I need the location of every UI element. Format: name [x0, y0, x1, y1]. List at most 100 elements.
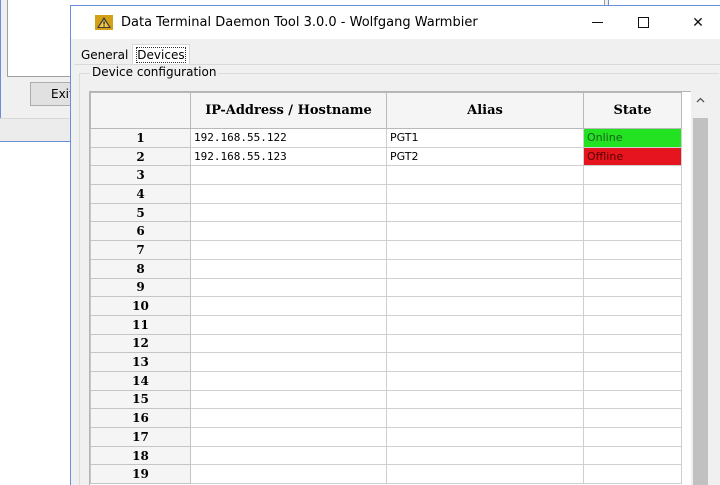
- maximize-button[interactable]: [620, 6, 666, 39]
- row-number: 8: [90, 258, 191, 279]
- alias-cell[interactable]: PGT1: [386, 128, 584, 148]
- state-cell[interactable]: Offline: [583, 146, 682, 167]
- alias-cell[interactable]: [386, 240, 584, 260]
- state-cell[interactable]: [583, 240, 682, 260]
- row-number: 9: [90, 277, 191, 298]
- column-header-ip[interactable]: IP-Address / Hostname: [190, 92, 387, 129]
- state-cell[interactable]: [583, 408, 682, 428]
- ip-address-cell[interactable]: [190, 389, 387, 410]
- state-cell[interactable]: [583, 445, 682, 466]
- state-cell[interactable]: [583, 427, 682, 447]
- state-cell[interactable]: [583, 221, 682, 242]
- ip-address-cell[interactable]: 192.168.55.123: [190, 146, 387, 167]
- table-row[interactable]: 3: [90, 165, 682, 186]
- alias-cell[interactable]: [386, 221, 584, 242]
- ip-address-cell[interactable]: [190, 240, 387, 260]
- alias-cell[interactable]: [386, 464, 584, 485]
- chevron-up-icon: [696, 97, 705, 103]
- ip-address-cell[interactable]: [190, 202, 387, 223]
- tab-general[interactable]: General: [77, 46, 132, 64]
- alias-cell[interactable]: [386, 202, 584, 223]
- table-row[interactable]: 15: [90, 389, 682, 410]
- scroll-thumb[interactable]: [693, 118, 708, 485]
- alias-cell[interactable]: [386, 333, 584, 354]
- alias-cell[interactable]: [386, 314, 584, 335]
- state-cell[interactable]: Online: [583, 128, 682, 148]
- vertical-scrollbar[interactable]: [691, 91, 710, 485]
- alias-cell[interactable]: [386, 258, 584, 279]
- state-cell[interactable]: [583, 333, 682, 354]
- column-header-alias[interactable]: Alias: [386, 92, 584, 129]
- ip-address-cell[interactable]: [190, 258, 387, 279]
- grid-header-row: IP-Address / Hostname Alias State: [90, 92, 682, 129]
- row-number: 16: [90, 408, 191, 428]
- row-number: 15: [90, 389, 191, 410]
- alias-cell[interactable]: [386, 427, 584, 447]
- table-row[interactable]: 5: [90, 202, 682, 223]
- table-row[interactable]: 17: [90, 427, 682, 447]
- ip-address-cell[interactable]: [190, 314, 387, 335]
- state-cell[interactable]: [583, 352, 682, 372]
- device-grid[interactable]: IP-Address / Hostname Alias State 1 192.1…: [89, 91, 692, 485]
- warning-triangle-icon: [95, 15, 113, 30]
- alias-cell[interactable]: [386, 277, 584, 298]
- row-header-corner[interactable]: [90, 92, 191, 129]
- table-row[interactable]: 11: [90, 314, 682, 335]
- ip-address-cell[interactable]: [190, 221, 387, 242]
- alias-cell[interactable]: [386, 445, 584, 466]
- table-row[interactable]: 13: [90, 352, 682, 372]
- ip-address-cell[interactable]: [190, 427, 387, 447]
- ip-address-cell[interactable]: [190, 445, 387, 466]
- table-row[interactable]: 12: [90, 333, 682, 354]
- table-row[interactable]: 4: [90, 184, 682, 204]
- table-row[interactable]: 19: [90, 464, 682, 485]
- alias-cell[interactable]: [386, 352, 584, 372]
- state-cell[interactable]: [583, 277, 682, 298]
- row-number: 11: [90, 314, 191, 335]
- ip-address-cell[interactable]: [190, 296, 387, 316]
- scroll-up-button[interactable]: [691, 91, 710, 109]
- state-cell[interactable]: [583, 389, 682, 410]
- state-cell[interactable]: [583, 184, 682, 204]
- table-row[interactable]: 16: [90, 408, 682, 428]
- row-number: 3: [90, 165, 191, 186]
- table-row[interactable]: 7: [90, 240, 682, 260]
- ip-address-cell[interactable]: [190, 277, 387, 298]
- table-row[interactable]: 1 192.168.55.122 PGT1 Online: [90, 128, 682, 148]
- ip-address-cell[interactable]: [190, 184, 387, 204]
- state-cell[interactable]: [583, 258, 682, 279]
- title-bar[interactable]: Data Terminal Daemon Tool 3.0.0 - Wolfga…: [71, 6, 720, 39]
- alias-cell[interactable]: [386, 296, 584, 316]
- alias-cell[interactable]: [386, 165, 584, 186]
- state-cell[interactable]: [583, 464, 682, 485]
- column-header-state[interactable]: State: [583, 92, 682, 129]
- alias-cell[interactable]: [386, 389, 584, 410]
- alias-cell[interactable]: [386, 408, 584, 428]
- ip-address-cell[interactable]: [190, 464, 387, 485]
- tab-devices[interactable]: Devices: [132, 44, 190, 64]
- minimize-button[interactable]: [574, 6, 620, 39]
- table-row[interactable]: 18: [90, 445, 682, 466]
- ip-address-cell[interactable]: [190, 352, 387, 372]
- table-row[interactable]: 2 192.168.55.123 PGT2 Offline: [90, 146, 682, 167]
- state-cell[interactable]: [583, 202, 682, 223]
- state-cell[interactable]: [583, 314, 682, 335]
- ip-address-cell[interactable]: [190, 370, 387, 391]
- table-row[interactable]: 8: [90, 258, 682, 279]
- close-button[interactable]: ✕: [675, 6, 720, 39]
- table-row[interactable]: 6: [90, 221, 682, 242]
- ip-address-cell[interactable]: [190, 333, 387, 354]
- state-cell[interactable]: [583, 165, 682, 186]
- ip-address-cell[interactable]: [190, 408, 387, 428]
- alias-cell[interactable]: [386, 184, 584, 204]
- ip-address-cell[interactable]: 192.168.55.122: [190, 128, 387, 148]
- alias-cell[interactable]: [386, 370, 584, 391]
- state-cell[interactable]: [583, 296, 682, 316]
- table-row[interactable]: 14: [90, 370, 682, 391]
- alias-cell[interactable]: PGT2: [386, 146, 584, 167]
- state-cell[interactable]: [583, 370, 682, 391]
- ip-address-cell[interactable]: [190, 165, 387, 186]
- table-row[interactable]: 9: [90, 277, 682, 298]
- row-number: 5: [90, 202, 191, 223]
- table-row[interactable]: 10: [90, 296, 682, 316]
